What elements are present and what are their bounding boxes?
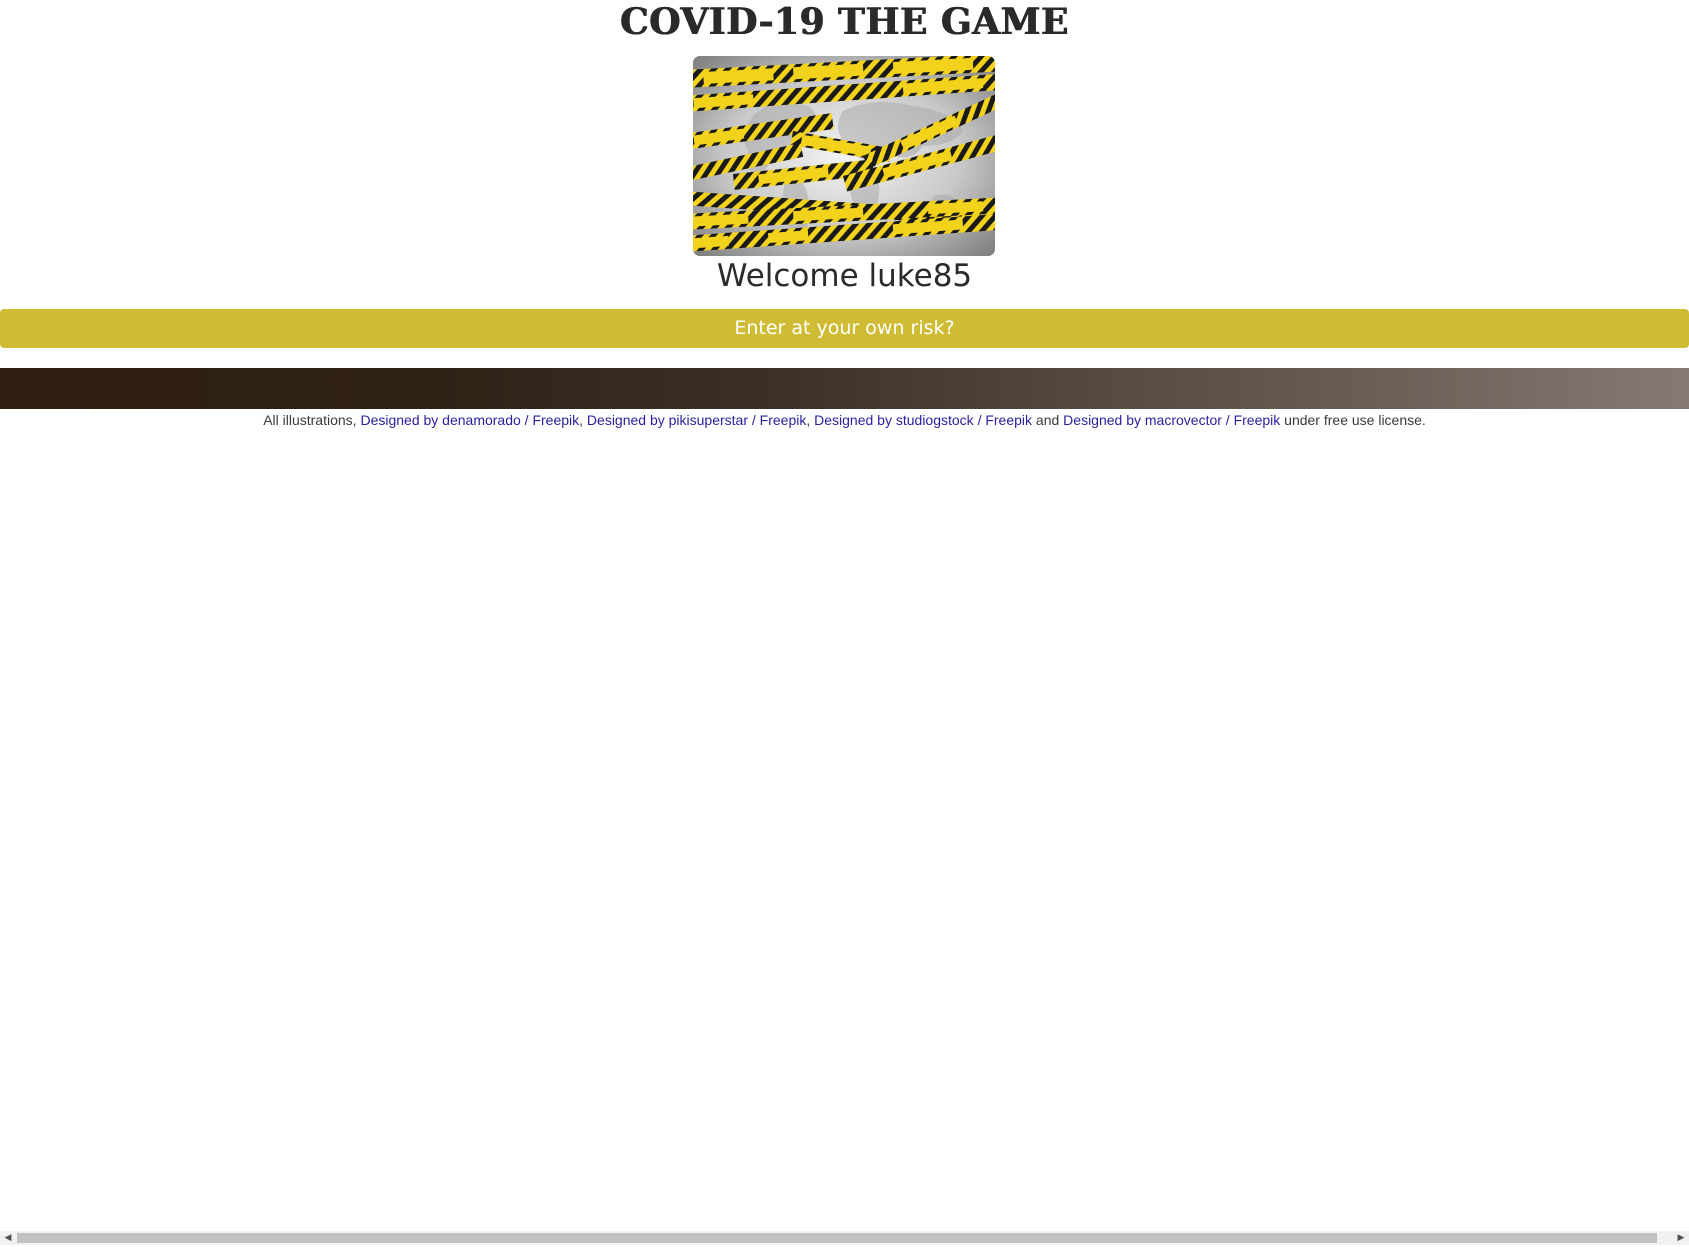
decorative-gradient-band <box>0 368 1689 409</box>
enter-button[interactable]: Enter at your own risk? <box>0 309 1689 348</box>
welcome-message: Welcome luke85 <box>716 258 973 294</box>
credits-separator: , <box>579 412 584 428</box>
quarantine-tape-world-map-image <box>693 56 995 256</box>
scrollbar-thumb[interactable] <box>17 1233 1657 1243</box>
page-title: COVID-19 THE GAME <box>620 1 1069 43</box>
credit-link-pikisuperstar[interactable]: Designed by pikisuperstar / Freepik <box>587 412 806 428</box>
credit-link-studiogstock[interactable]: Designed by studiogstock / Freepik <box>814 412 1032 428</box>
scroll-right-arrow-icon[interactable]: ▶ <box>1673 1231 1689 1245</box>
credits-separator: , <box>806 412 811 428</box>
illustration-credits: All illustrations, Designed by denamorad… <box>0 411 1689 429</box>
page: COVID-19 THE GAME Welcome luke85 Enter a… <box>0 0 1689 1247</box>
horizontal-scrollbar[interactable]: ◀ ▶ <box>0 1231 1689 1245</box>
credits-prefix: All illustrations, <box>263 412 357 428</box>
credits-and: and <box>1035 412 1060 428</box>
credits-suffix: under free use license. <box>1284 412 1426 428</box>
credit-link-denamorado[interactable]: Designed by denamorado / Freepik <box>360 412 579 428</box>
scroll-left-arrow-icon[interactable]: ◀ <box>0 1231 16 1245</box>
credit-link-macrovector[interactable]: Designed by macrovector / Freepik <box>1063 412 1280 428</box>
hero-image <box>693 56 995 256</box>
